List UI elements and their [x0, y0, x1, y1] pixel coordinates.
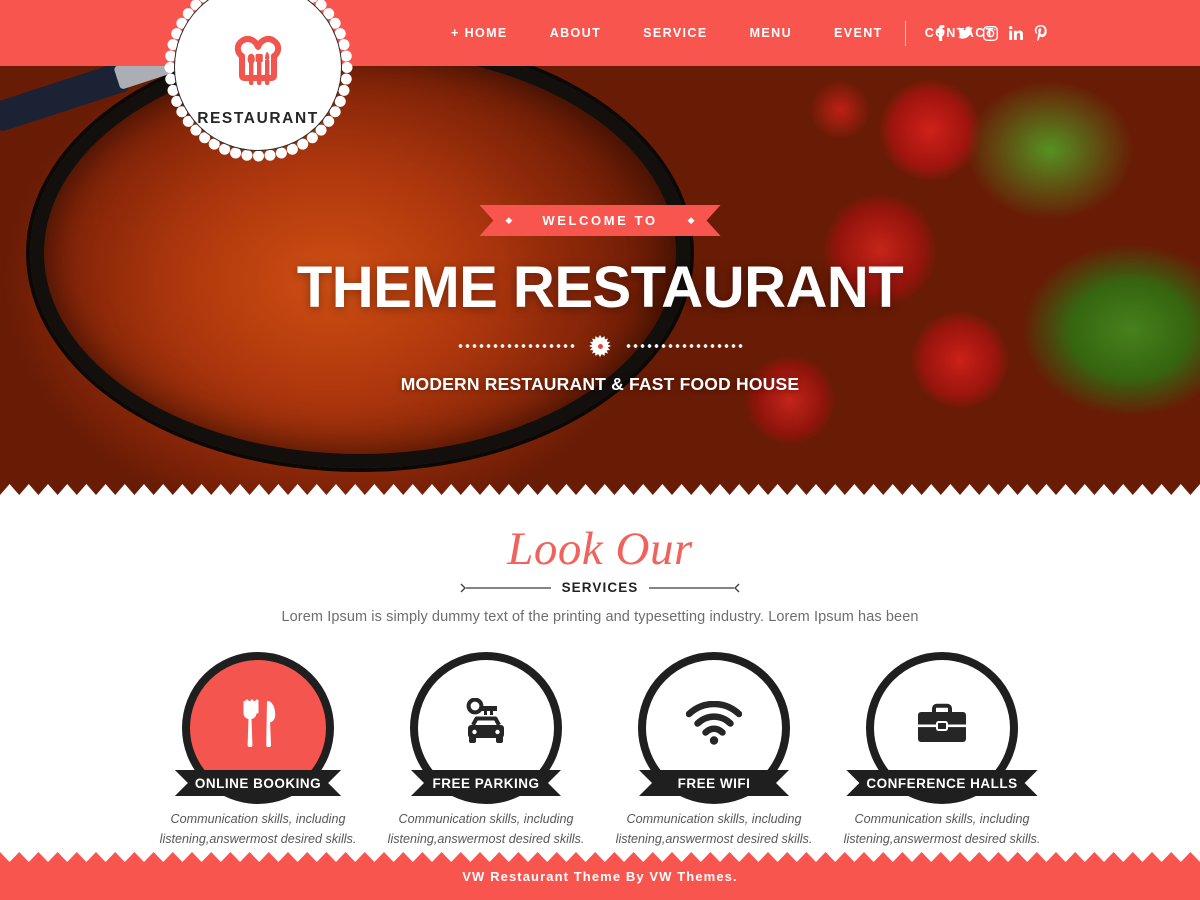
- twitter-icon[interactable]: [958, 25, 973, 41]
- briefcase-icon: [916, 701, 968, 745]
- diamond-right-icon: ◆: [687, 215, 695, 225]
- nav-item-about[interactable]: ABOUT: [529, 26, 622, 40]
- card-title: ONLINE BOOKING: [194, 775, 322, 791]
- page-root: ◆ WELCOME TO ◆ THEME RESTAURANT MODERN R…: [0, 0, 1200, 900]
- wifi-icon: [686, 701, 742, 745]
- card-title: FREE PARKING: [432, 775, 540, 791]
- services-label-row: SERVICES: [0, 580, 1200, 595]
- hero-subtitle: MODERN RESTAURANT & FAST FOOD HOUSE: [400, 374, 800, 394]
- hero-divider: [457, 335, 743, 357]
- card-ribbon: ONLINE BOOKING: [175, 770, 341, 796]
- pinterest-icon[interactable]: [1033, 25, 1048, 41]
- logo-text: RESTAURANT: [197, 109, 319, 127]
- card-ribbon: FREE PARKING: [411, 770, 561, 796]
- card-ribbon: CONFERENCE HALLS: [846, 770, 1037, 796]
- site-logo[interactable]: RESTAURANT: [164, 0, 352, 161]
- footer-credit-text: VW Restaurant Theme By VW Themes.: [462, 868, 738, 884]
- hero-title: THEME RESTAURANT: [296, 255, 904, 320]
- social-links: [933, 0, 1048, 66]
- car-key-icon: [460, 698, 512, 748]
- footer-zigzag-edge: [0, 852, 1200, 862]
- diamond-left-icon: ◆: [505, 215, 513, 225]
- card-text: Communication skills, including listenin…: [159, 812, 357, 846]
- card-ribbon: FREE WIFI: [639, 770, 789, 796]
- facebook-icon[interactable]: [933, 25, 948, 41]
- services-label: SERVICES: [561, 580, 639, 595]
- card-circle-wrap: [410, 652, 562, 804]
- title-rule-left: [460, 583, 551, 592]
- linkedin-icon[interactable]: [1008, 25, 1023, 41]
- service-card-conference-halls[interactable]: CONFERENCE HALLS Communication skills, i…: [828, 652, 1056, 849]
- nav-item-home[interactable]: + HOME: [430, 26, 529, 40]
- nav-item-service[interactable]: SERVICE: [622, 26, 728, 40]
- title-rule-right: [649, 583, 740, 592]
- nav-item-event[interactable]: EVENT: [813, 26, 904, 40]
- fork-knife-icon: [236, 699, 280, 747]
- services-script-title: Look Our: [507, 523, 693, 575]
- services-section: Look Our SERVICES Lorem Ipsum is simply …: [0, 500, 1200, 852]
- header-divider: [905, 21, 906, 46]
- instagram-icon[interactable]: [983, 25, 998, 41]
- card-title: CONFERENCE HALLS: [866, 775, 1018, 791]
- services-description: Lorem Ipsum is simply dummy text of the …: [281, 609, 919, 625]
- card-title: FREE WIFI: [677, 775, 751, 791]
- service-card-free-wifi[interactable]: FREE WIFI Communication skills, includin…: [600, 652, 828, 849]
- welcome-ribbon-text: WELCOME TO: [542, 213, 658, 228]
- services-card-list: ONLINE BOOKING Communication skills, inc…: [0, 652, 1200, 849]
- nav-item-menu[interactable]: MENU: [729, 26, 813, 40]
- service-card-free-parking[interactable]: FREE PARKING Communication skills, inclu…: [372, 652, 600, 849]
- card-text: Communication skills, including listenin…: [615, 812, 813, 846]
- welcome-ribbon: ◆ WELCOME TO ◆: [479, 205, 720, 236]
- starburst-icon: [589, 335, 611, 357]
- main-navigation: + HOME ABOUT SERVICE MENU EVENT CONTACT: [430, 0, 1016, 66]
- card-text: Communication skills, including listenin…: [387, 812, 585, 846]
- dotted-line-left: [457, 344, 575, 348]
- card-circle-wrap: [638, 652, 790, 804]
- dotted-line-right: [625, 344, 743, 348]
- card-circle-wrap: [866, 652, 1018, 804]
- service-card-online-booking[interactable]: ONLINE BOOKING Communication skills, inc…: [144, 652, 372, 849]
- chef-hat-cutlery-logo-icon: [223, 35, 293, 106]
- card-text: Communication skills, including listenin…: [843, 812, 1041, 846]
- site-footer: VW Restaurant Theme By VW Themes.: [0, 852, 1200, 900]
- card-circle-wrap: [182, 652, 334, 804]
